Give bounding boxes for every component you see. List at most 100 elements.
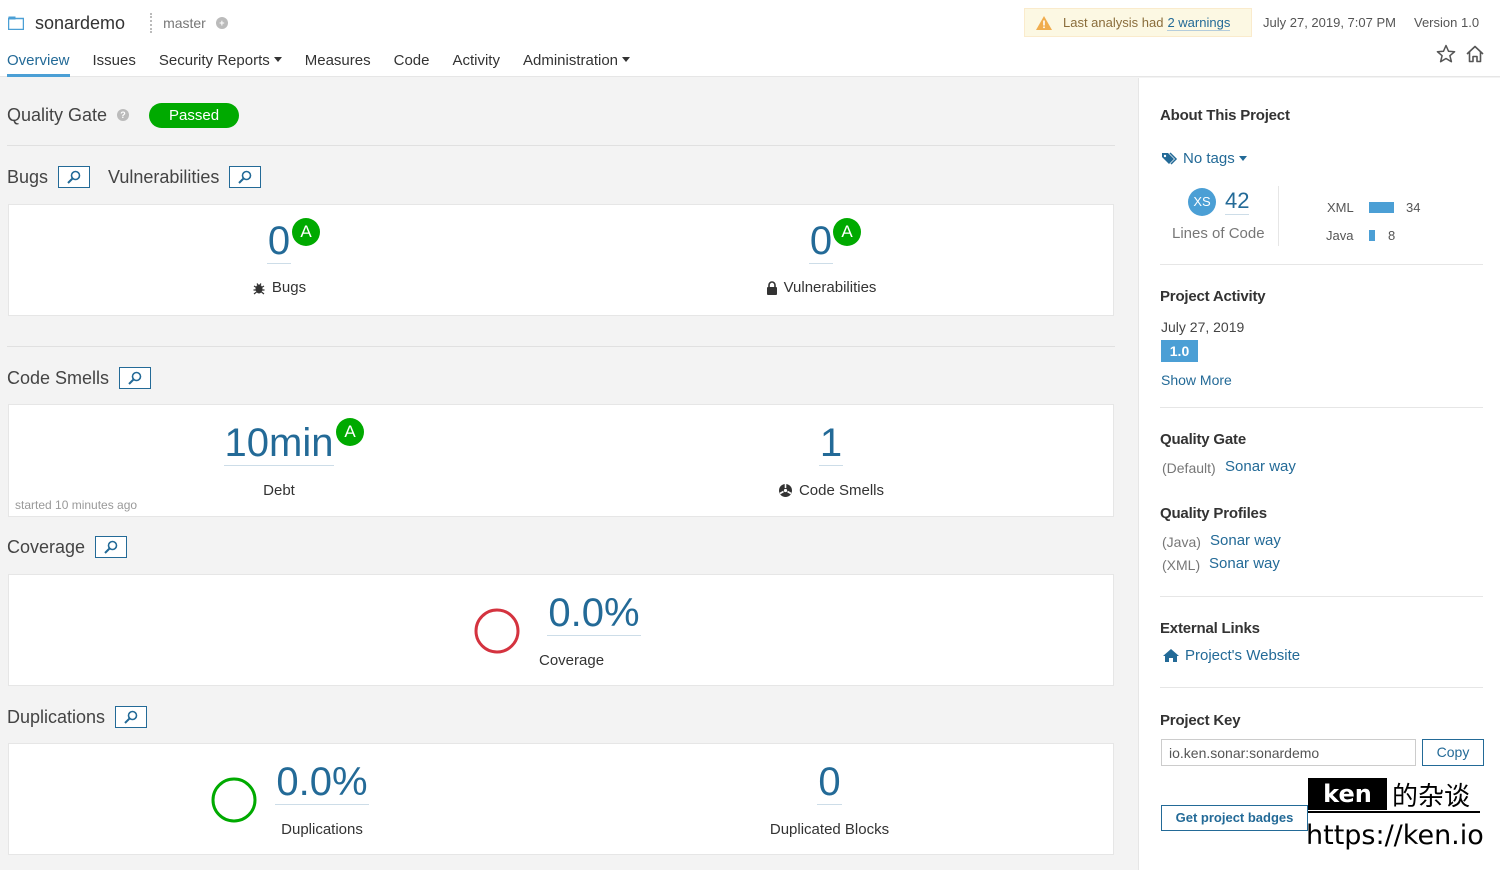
vulnerabilities-section-title: Vulnerabilities	[108, 166, 220, 187]
analysis-date: July 27, 2019, 7:07 PM	[1263, 15, 1396, 30]
copy-project-key-button[interactable]: Copy	[1422, 739, 1484, 766]
bugs-label-text: Bugs	[271, 279, 307, 296]
duplications-history-button[interactable]	[115, 706, 148, 728]
divider	[1278, 186, 1279, 246]
bugs-label: Bugs	[209, 279, 349, 296]
home-page-icon[interactable]	[1465, 44, 1485, 69]
bugs-count-link[interactable]: 0	[266, 219, 292, 264]
vulnerabilities-count-link[interactable]: 0	[808, 219, 834, 264]
debt-metric: 10min A Debt	[199, 418, 364, 499]
chevron-down-icon	[273, 57, 282, 62]
duplicated-blocks-label: Duplicated Blocks	[769, 821, 890, 838]
bugs-rating-badge[interactable]: A	[292, 218, 320, 246]
code-smells-count-link[interactable]: 1	[818, 421, 844, 466]
vulnerabilities-label: Vulnerabilities	[741, 279, 901, 296]
history-link-icon	[128, 371, 142, 385]
divider	[1160, 596, 1483, 597]
activity-version-badge: 1.0	[1161, 340, 1198, 362]
bugs-vulnerabilities-card: 0 A Bugs 0 A Vulnerabilities	[8, 204, 1114, 316]
vulnerabilities-metric: 0 A Vulnerabilities	[741, 218, 901, 296]
home-icon	[1163, 649, 1179, 662]
branch-help-icon[interactable]: +	[215, 17, 228, 29]
code-smell-icon	[778, 484, 792, 497]
tags-label: No tags	[1183, 150, 1235, 167]
tab-security-reports-label: Security Reports	[158, 52, 270, 69]
help-icon[interactable]: ?	[117, 109, 130, 121]
language-java-name: Java	[1326, 228, 1354, 243]
duplications-metric: 0.0% Duplications	[267, 760, 377, 838]
coverage-metric: 0.0% Coverage	[529, 591, 659, 669]
project-title-row: sonardemo master +	[7, 10, 228, 36]
lines-of-code-link[interactable]: 42	[1225, 188, 1250, 215]
coverage-donut-chart	[474, 608, 520, 654]
get-project-badges-button[interactable]: Get project badges	[1161, 805, 1308, 831]
maintainability-rating-badge[interactable]: A	[336, 418, 364, 446]
coverage-value-link[interactable]: 0.0%	[547, 591, 641, 636]
project-name-link[interactable]: sonardemo	[35, 13, 125, 34]
tab-administration[interactable]: Administration	[523, 52, 631, 77]
project-website-label: Project's Website	[1185, 647, 1301, 664]
warning-text: Last analysis had	[1063, 15, 1164, 30]
code-smells-header: Code Smells	[7, 365, 152, 391]
coverage-section-title: Coverage	[7, 536, 86, 557]
lock-icon	[766, 280, 777, 295]
bugs-history-button[interactable]	[58, 166, 91, 188]
code-smells-card: 10min A Debt 1 Code Smells started 10 mi…	[8, 404, 1114, 517]
language-xml-bar	[1369, 202, 1394, 213]
vulnerabilities-rating-badge[interactable]: A	[833, 218, 861, 246]
code-smells-section-title: Code Smells	[7, 367, 110, 388]
duplications-donut-chart	[211, 777, 257, 823]
divider	[7, 346, 1115, 347]
external-links-title: External Links	[1160, 620, 1260, 637]
quality-gate-link[interactable]: Sonar way	[1225, 458, 1296, 475]
quality-profile-xml-link[interactable]: Sonar way	[1209, 555, 1280, 572]
leak-period-started: started 10 minutes ago	[15, 498, 138, 512]
tab-overview[interactable]: Overview	[7, 52, 70, 77]
warnings-link[interactable]: 2 warnings	[1167, 15, 1231, 31]
history-link-icon	[104, 540, 118, 554]
tab-security-reports[interactable]: Security Reports	[159, 52, 282, 77]
tab-measures[interactable]: Measures	[305, 52, 371, 77]
bugs-metric: 0 A Bugs	[209, 218, 349, 296]
history-link-icon	[67, 170, 81, 184]
quality-profile-java-link[interactable]: Sonar way	[1210, 532, 1281, 549]
debt-label: Debt	[263, 482, 295, 499]
vulnerabilities-history-button[interactable]	[229, 166, 262, 188]
duplications-value-link[interactable]: 0.0%	[275, 760, 369, 805]
code-smells-history-button[interactable]	[119, 367, 152, 389]
quality-profile-xml-lang: (XML)	[1162, 557, 1201, 573]
bug-icon	[253, 282, 265, 294]
project-key-input[interactable]	[1161, 739, 1416, 766]
activity-date: July 27, 2019	[1161, 319, 1245, 335]
header-actions	[1436, 44, 1485, 69]
project-website-link[interactable]: Project's Website	[1162, 647, 1300, 664]
project-sidebar: About This Project No tags XS 42 Lines o…	[1138, 78, 1500, 870]
tab-issues[interactable]: Issues	[93, 52, 136, 77]
quality-gate-status-badge: Passed	[149, 102, 240, 128]
show-more-link[interactable]: Show More	[1161, 372, 1232, 388]
analysis-warning: Last analysis had 2 warnings	[1024, 8, 1252, 37]
coverage-header: Coverage	[7, 534, 128, 560]
branch-name[interactable]: master	[163, 15, 206, 31]
history-link-icon	[124, 710, 138, 724]
tab-code[interactable]: Code	[394, 52, 430, 77]
tab-activity[interactable]: Activity	[452, 52, 500, 77]
lines-of-code-label: Lines of Code	[1172, 225, 1265, 242]
quality-gate-label: Quality Gate	[7, 104, 108, 125]
duplications-section-title: Duplications	[7, 706, 106, 727]
watermark-underline	[1308, 811, 1480, 813]
favorite-star-icon[interactable]	[1436, 44, 1456, 69]
project-header: sonardemo master + Last analysis had 2 w…	[0, 0, 1500, 77]
quality-gate-default-label: (Default)	[1162, 460, 1216, 476]
divider	[1160, 407, 1483, 408]
size-rating-badge: XS	[1188, 188, 1216, 216]
coverage-history-button[interactable]	[95, 536, 128, 558]
debt-value-link[interactable]: 10min	[223, 421, 335, 466]
watermark-name: ken	[1308, 778, 1387, 810]
duplications-label: Duplications	[281, 821, 363, 838]
about-project-title: About This Project	[1160, 107, 1290, 124]
overview-main: Quality Gate ? Passed Bugs Vulnerabiliti…	[0, 78, 1138, 870]
tags-dropdown[interactable]: No tags	[1161, 150, 1247, 167]
watermark-suffix: 的杂谈	[1392, 782, 1471, 812]
duplicated-blocks-link[interactable]: 0	[817, 760, 842, 805]
